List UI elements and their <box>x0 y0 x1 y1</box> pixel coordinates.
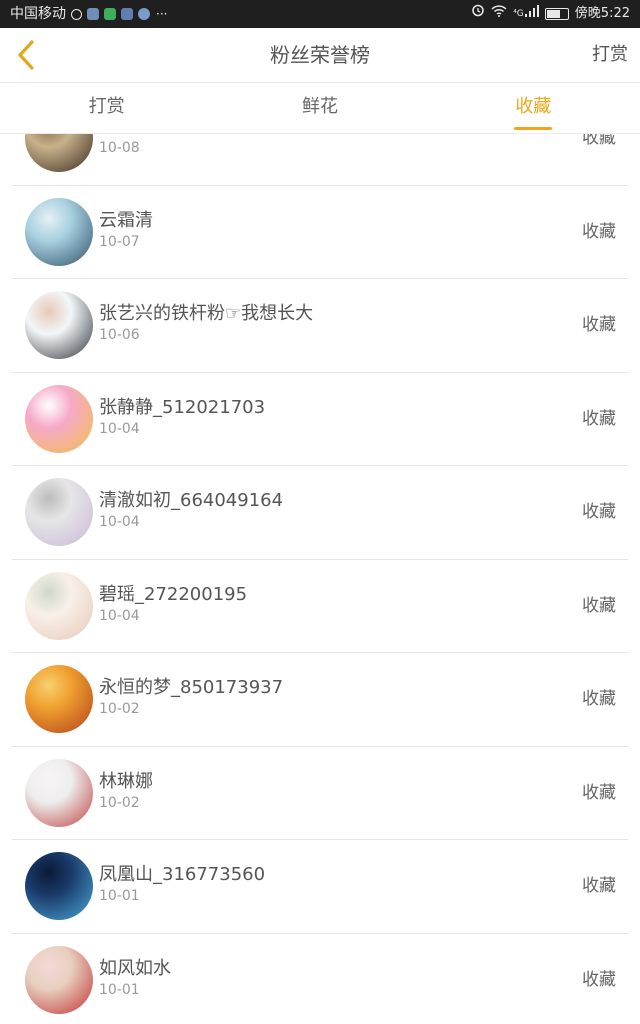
back-arrow-icon <box>18 40 34 70</box>
contribution-type-label: 收藏 <box>582 782 616 803</box>
tab-flowers[interactable]: 鲜花 <box>213 83 426 133</box>
contribution-type-label: 收藏 <box>582 876 616 896</box>
carrier-label: 中国移动 <box>10 6 66 22</box>
avatar[interactable] <box>25 852 93 920</box>
avatar[interactable] <box>25 197 93 266</box>
tab-favorites-label: 收藏 <box>515 96 552 117</box>
list-item[interactable]: 凤凰山_316773560 10-01 收藏 <box>0 840 640 934</box>
avatar[interactable] <box>25 945 93 1014</box>
contribution-type-label: 收藏 <box>582 502 616 522</box>
reward-button[interactable]: 打赏 <box>592 28 628 82</box>
fan-name: 如风如水 <box>99 957 171 979</box>
list-item[interactable]: 永恒的梦_850173937 10-02 收藏 <box>0 653 640 747</box>
tab-reward-label: 打赏 <box>88 96 125 117</box>
active-tab-indicator <box>514 127 553 130</box>
tab-bar: 打赏 鲜花 收藏 <box>0 83 640 134</box>
contribution-type-label: 收藏 <box>582 689 616 709</box>
fan-date: 10-02 <box>99 794 140 811</box>
status-bar: 中国移动 ··· ⁴G 傍晚5:22 <box>0 0 640 28</box>
back-button[interactable] <box>6 34 46 76</box>
sync-icon <box>71 8 82 20</box>
avatar[interactable] <box>25 291 93 359</box>
list-item[interactable]: 林琳娜 10-02 收藏 <box>0 747 640 841</box>
fan-name: 永恒的梦_850173937 <box>99 677 284 698</box>
browser-notification-icon <box>138 8 150 20</box>
contribution-type-label: 收藏 <box>582 315 616 335</box>
more-notifications-icon: ··· <box>156 7 168 21</box>
page-title: 粉丝荣誉榜 <box>270 43 370 67</box>
tab-flowers-label: 鲜花 <box>301 96 338 117</box>
signal-icon <box>524 0 539 28</box>
wechat-notification-icon <box>104 8 116 20</box>
avatar[interactable] <box>25 134 93 172</box>
app-screen: 中国移动 ··· ⁴G 傍晚5:22 粉丝荣誉榜 打赏 打赏 鲜花 收藏 10-… <box>0 0 640 1024</box>
tab-reward[interactable]: 打赏 <box>0 83 213 133</box>
list-item[interactable]: 张艺兴的铁杆粉☞我想长大 10-06 收藏 <box>0 279 640 373</box>
fan-name: 白糖12 <box>99 134 158 138</box>
fan-name: 清澈如初_664049164 <box>99 490 284 511</box>
fan-name: 张静静_512021703 <box>99 396 266 418</box>
fan-list-content: 白糖1210-08收藏云霜清10-07收藏张艺兴的铁杆粉☞我想长大10-06收藏… <box>0 134 640 1024</box>
fan-list[interactable]: 白糖1210-08收藏云霜清10-07收藏张艺兴的铁杆粉☞我想长大10-06收藏… <box>0 134 640 1024</box>
list-item[interactable]: 清澈如初_664049164 10-04 收藏 <box>0 466 640 560</box>
contribution-type-label: 收藏 <box>582 134 616 148</box>
avatar[interactable] <box>25 665 93 733</box>
fan-name: 凤凰山_316773560 <box>99 864 266 885</box>
contribution-type-label: 收藏 <box>582 595 616 616</box>
alarm-icon <box>471 0 485 28</box>
fan-date: 10-04 <box>99 607 140 624</box>
fan-name: 张艺兴的铁杆粉☞我想长大 <box>99 303 314 324</box>
list-item[interactable]: 如风如水 10-01 收藏 <box>0 934 640 1024</box>
list-item[interactable]: 张静静_512021703 10-04 收藏 <box>0 373 640 467</box>
top-nav-bar: 粉丝荣誉榜 打赏 <box>0 28 640 83</box>
list-item[interactable]: 云霜清 10-07 收藏 <box>0 186 640 280</box>
fan-date: 10-06 <box>99 327 140 343</box>
avatar[interactable] <box>25 571 93 640</box>
fan-date: 10-01 <box>99 888 140 904</box>
contribution-type-label: 收藏 <box>582 408 616 429</box>
avatar[interactable] <box>25 384 93 453</box>
fan-date: 10-04 <box>99 420 140 437</box>
fan-name: 云霜清 <box>99 209 153 231</box>
contribution-type-label: 收藏 <box>582 969 616 990</box>
avatar[interactable] <box>25 478 93 546</box>
fan-date: 10-08 <box>99 140 140 156</box>
network-type-label: ⁴G <box>513 9 524 19</box>
wifi-icon <box>491 0 507 28</box>
photo-notification-icon <box>121 8 133 20</box>
fan-date: 10-02 <box>99 701 140 717</box>
avatar[interactable] <box>25 758 93 827</box>
battery-icon <box>544 8 569 20</box>
list-item[interactable]: 白糖12 10-08 收藏 <box>0 134 640 186</box>
status-right: ⁴G 傍晚5:22 <box>465 0 630 28</box>
list-item[interactable]: 碧瑶_272200195 10-04 收藏 <box>0 560 640 654</box>
app-notification-icon <box>87 8 99 20</box>
contribution-type-label: 收藏 <box>582 221 616 242</box>
fan-name: 碧瑶_272200195 <box>99 583 248 605</box>
fan-name: 林琳娜 <box>99 770 153 792</box>
fan-date: 10-01 <box>99 981 140 998</box>
status-left: 中国移动 ··· <box>10 0 167 28</box>
tab-favorites[interactable]: 收藏 <box>427 83 640 133</box>
fan-date: 10-04 <box>99 514 140 530</box>
clock-label: 傍晚5:22 <box>574 6 630 21</box>
fan-date: 10-07 <box>99 233 140 250</box>
